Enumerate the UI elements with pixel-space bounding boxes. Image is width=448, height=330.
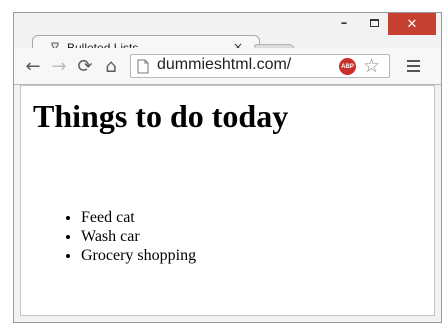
page-icon: [137, 59, 149, 74]
address-bar[interactable]: dummieshtml.com/ ABP ☆: [130, 54, 390, 78]
reload-icon: ⟳: [77, 55, 93, 77]
toolbar: ← → ⟳ ⌂ dummieshtml.com/ ABP ☆: [14, 48, 441, 85]
hamburger-menu-icon[interactable]: [407, 60, 420, 75]
list-item: Wash car: [81, 227, 196, 246]
home-button[interactable]: ⌂: [100, 55, 122, 77]
adblock-icon[interactable]: ABP: [339, 58, 356, 75]
list-item: Grocery shopping: [81, 246, 196, 265]
back-button[interactable]: ←: [22, 55, 44, 77]
home-icon: ⌂: [105, 55, 117, 77]
page-content: Things to do today Feed cat Wash car Gro…: [20, 85, 435, 316]
forward-arrow-icon: →: [51, 55, 67, 77]
minimize-button[interactable]: –: [330, 13, 358, 33]
browser-window: – ✕ Bulleted Lists × ← → ⟳ ⌂: [13, 12, 442, 323]
star-icon[interactable]: ☆: [363, 55, 380, 77]
maximize-icon: [369, 19, 379, 27]
todo-list: Feed cat Wash car Grocery shopping: [41, 208, 196, 265]
forward-button[interactable]: →: [48, 55, 70, 77]
page-heading: Things to do today: [33, 98, 289, 134]
maximize-button[interactable]: [360, 13, 388, 33]
back-arrow-icon: ←: [25, 55, 41, 77]
list-item: Feed cat: [81, 208, 196, 227]
close-window-button[interactable]: ✕: [388, 13, 436, 35]
url-text[interactable]: dummieshtml.com/: [157, 56, 337, 74]
reload-button[interactable]: ⟳: [74, 55, 96, 77]
